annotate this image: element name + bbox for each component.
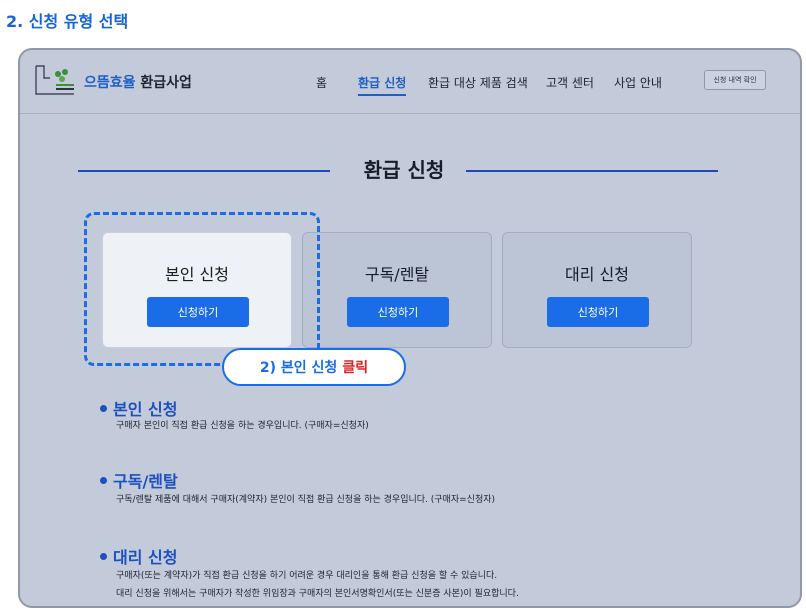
info-heading-rental: 구독/렌탈 <box>100 468 178 492</box>
callout-text: 2) 본인 신청 <box>259 360 338 376</box>
brand-title[interactable]: 으뜸효율 환급사업 <box>84 72 192 92</box>
instruction-callout: 2) 본인 신청 클릭 <box>222 348 406 386</box>
nav-customer-center[interactable]: 고객 센터 <box>546 74 594 91</box>
section-title: 환급 신청 <box>363 158 445 182</box>
nav-product-search[interactable]: 환급 대상 제품 검색 <box>428 74 528 91</box>
info-desc-proxy-2: 대리 신청을 위해서는 구매자가 작성한 위임장과 구매자의 본인서명확인서(또… <box>116 589 519 599</box>
info-heading-self: 본인 신청 <box>100 396 177 420</box>
card-title: 대리 신청 <box>565 265 629 284</box>
card-title: 구독/렌탈 <box>364 265 430 284</box>
bullet-icon <box>100 405 107 412</box>
info-heading-text: 대리 신청 <box>113 548 178 567</box>
info-desc-proxy-1: 구매자(또는 계약자)가 직접 환급 신청을 하기 어려운 경우 대리인을 통해… <box>116 571 498 581</box>
title-divider-right <box>466 170 718 172</box>
top-navigation: 으뜸효율 환급사업 홈 환급 신청 환급 대상 제품 검색 고객 센터 사업 안… <box>20 50 800 114</box>
info-heading-text: 본인 신청 <box>113 400 178 419</box>
bullet-icon <box>100 477 107 484</box>
info-heading-proxy: 대리 신청 <box>100 544 177 568</box>
info-desc-self: 구매자 본인이 직접 환급 신청을 하는 경우입니다. (구매자=신청자) <box>116 421 369 431</box>
highlight-dashed-box <box>84 212 320 366</box>
nav-program-info[interactable]: 사업 안내 <box>614 74 662 91</box>
application-history-button[interactable]: 신청 내역 확인 <box>704 70 766 90</box>
info-desc-rental: 구독/렌탈 제품에 대해서 구매자(계약자) 본인이 직접 환급 신청을 하는 … <box>116 495 496 505</box>
apply-button-proxy[interactable]: 신청하기 <box>547 297 649 327</box>
brand-suffix: 환급사업 <box>135 75 192 91</box>
info-heading-text: 구독/렌탈 <box>113 472 178 491</box>
brand-prefix: 으뜸효율 <box>84 75 136 91</box>
title-divider-left <box>78 170 330 172</box>
logo-icon[interactable] <box>34 64 78 98</box>
nav-home[interactable]: 홈 <box>316 74 327 91</box>
apply-button-rental[interactable]: 신청하기 <box>347 297 449 327</box>
bullet-icon <box>100 553 107 560</box>
browser-frame: 으뜸효율 환급사업 홈 환급 신청 환급 대상 제품 검색 고객 센터 사업 안… <box>18 48 802 608</box>
step-heading: 2. 신청 유형 선택 <box>6 12 129 31</box>
card-proxy-apply: 대리 신청 신청하기 <box>502 232 692 348</box>
callout-emphasis: 클릭 <box>342 360 369 376</box>
nav-refund-apply[interactable]: 환급 신청 <box>358 74 407 96</box>
card-subscription-rental: 구독/렌탈 신청하기 <box>302 232 492 348</box>
